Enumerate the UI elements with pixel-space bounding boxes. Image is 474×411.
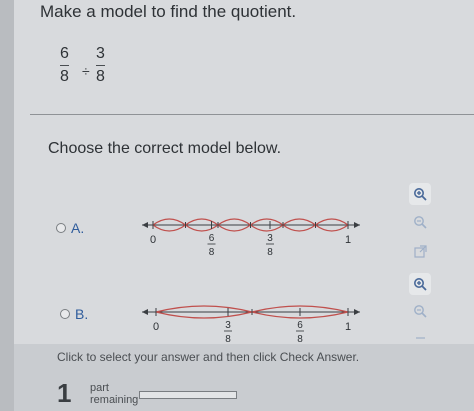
jump-arc: [282, 218, 316, 226]
tick-label-denominator: 8: [267, 247, 273, 258]
jump-arc: [155, 305, 253, 313]
zoom-in-icon[interactable]: [409, 183, 431, 205]
zoom-out-icon[interactable]: [409, 300, 431, 322]
parts-label-line2: remaining: [90, 394, 139, 406]
dividend-numerator: 6: [60, 45, 69, 62]
jump-arc: [282, 224, 316, 232]
number-line-b: 0 38681: [142, 305, 360, 345]
jump-arc: [155, 311, 253, 319]
option-a[interactable]: A.: [56, 220, 84, 236]
parts-remaining-label: part remaining: [90, 382, 138, 406]
zoom-in-icon[interactable]: [409, 273, 431, 295]
jump-arc: [185, 224, 219, 232]
tick-label-numerator: 6: [297, 320, 303, 331]
tick-label: 0: [153, 321, 159, 333]
popout-icon[interactable]: [409, 240, 431, 262]
instruction-text: Click to select your answer and then cli…: [57, 350, 360, 364]
zoom-out-icon[interactable]: [409, 211, 431, 233]
divisor-numerator: 3: [96, 45, 105, 62]
jump-arc: [250, 218, 284, 226]
section-divider: [30, 114, 474, 115]
tick-label-numerator: 6: [209, 233, 215, 244]
parts-remaining-count: 1: [57, 378, 72, 408]
tick-label: 0: [150, 234, 156, 246]
axis-arrow-right: [354, 222, 360, 228]
divisor-denominator: 8: [96, 68, 105, 85]
divisor-fraction: 3 8: [96, 44, 105, 87]
jump-arc: [185, 218, 219, 226]
progress-bar: [139, 391, 237, 399]
fraction-bar: [96, 65, 105, 66]
axis-arrow-left: [142, 222, 148, 228]
parts-label-line1: part: [90, 382, 109, 394]
option-letter: B.: [75, 306, 89, 322]
jump-arc: [152, 218, 186, 226]
tick-label-denominator: 8: [209, 247, 215, 258]
dividend-fraction: 6 8: [60, 44, 69, 87]
jump-arc: [217, 224, 251, 232]
jump-arc: [152, 224, 186, 232]
tick-label-numerator: 3: [267, 233, 273, 244]
option-letter: A.: [71, 220, 85, 236]
jump-arc: [315, 224, 349, 232]
axis-arrow-left: [142, 309, 148, 315]
radio-button[interactable]: [60, 309, 70, 319]
radio-button[interactable]: [56, 223, 66, 233]
tick-label-numerator: 3: [225, 320, 231, 331]
question-title: Make a model to find the quotient.: [40, 2, 297, 21]
jump-arc: [250, 224, 284, 232]
left-border: [0, 0, 14, 411]
jump-arc: [217, 218, 251, 226]
division-operator: ÷: [82, 63, 90, 79]
number-line-a: 0 6 8 3 8 1: [142, 218, 360, 258]
fraction-bar: [60, 65, 69, 66]
axis-arrow-right: [354, 309, 360, 315]
option-b[interactable]: B.: [60, 306, 88, 322]
jump-arc: [315, 218, 349, 226]
dividend-denominator: 8: [60, 68, 69, 85]
tick-label: 1: [345, 321, 351, 333]
answer-prompt: Choose the correct model below.: [48, 140, 282, 157]
tick-label: 1: [345, 234, 351, 246]
